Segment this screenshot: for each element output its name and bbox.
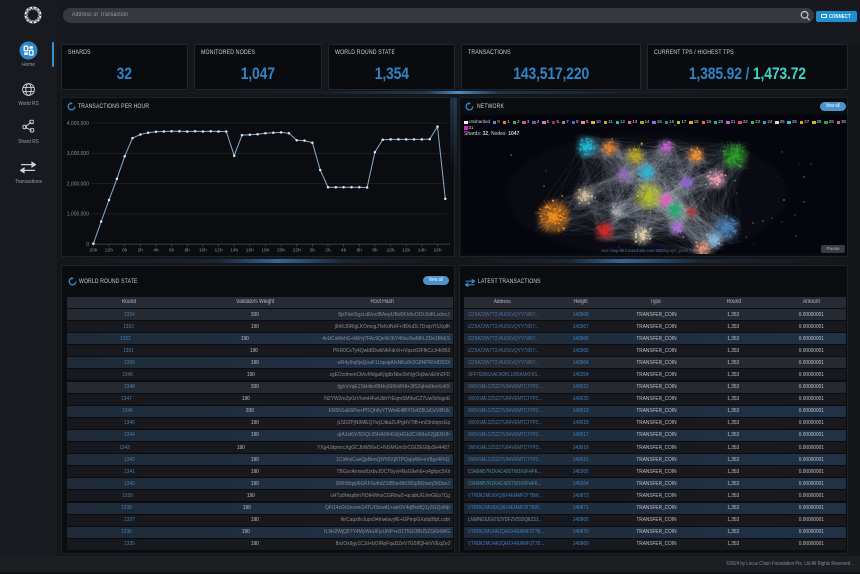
- svg-text:22h: 22h: [293, 248, 301, 254]
- svg-text:10h: 10h: [387, 248, 395, 254]
- svg-text:4h: 4h: [341, 248, 347, 254]
- svg-text:6h: 6h: [169, 248, 175, 254]
- svg-text:20h: 20h: [277, 248, 285, 254]
- svg-text:3,000,000: 3,000,000: [67, 151, 89, 157]
- svg-text:0h: 0h: [122, 248, 128, 254]
- svg-text:2h: 2h: [325, 248, 331, 254]
- svg-text:8h: 8h: [372, 248, 378, 254]
- svg-text:4h: 4h: [153, 248, 159, 254]
- svg-text:14h: 14h: [418, 248, 426, 254]
- svg-text:18h: 18h: [261, 248, 269, 254]
- svg-text:16h: 16h: [246, 248, 254, 254]
- svg-text:4,000,000: 4,000,000: [67, 121, 89, 127]
- svg-text:2,000,000: 2,000,000: [67, 181, 89, 187]
- svg-text:10h: 10h: [199, 248, 207, 254]
- svg-text:14h: 14h: [230, 248, 238, 254]
- svg-text:0h: 0h: [310, 248, 316, 254]
- svg-text:12h: 12h: [214, 248, 222, 254]
- svg-text:16h: 16h: [433, 248, 441, 254]
- svg-text:2h: 2h: [138, 248, 144, 254]
- svg-text:1,000,000: 1,000,000: [67, 212, 89, 218]
- svg-text:20h: 20h: [89, 248, 97, 254]
- svg-text:6h: 6h: [357, 248, 363, 254]
- svg-text:22h: 22h: [105, 248, 113, 254]
- svg-text:0: 0: [86, 242, 89, 248]
- svg-text:8h: 8h: [185, 248, 191, 254]
- svg-text:12h: 12h: [402, 248, 410, 254]
